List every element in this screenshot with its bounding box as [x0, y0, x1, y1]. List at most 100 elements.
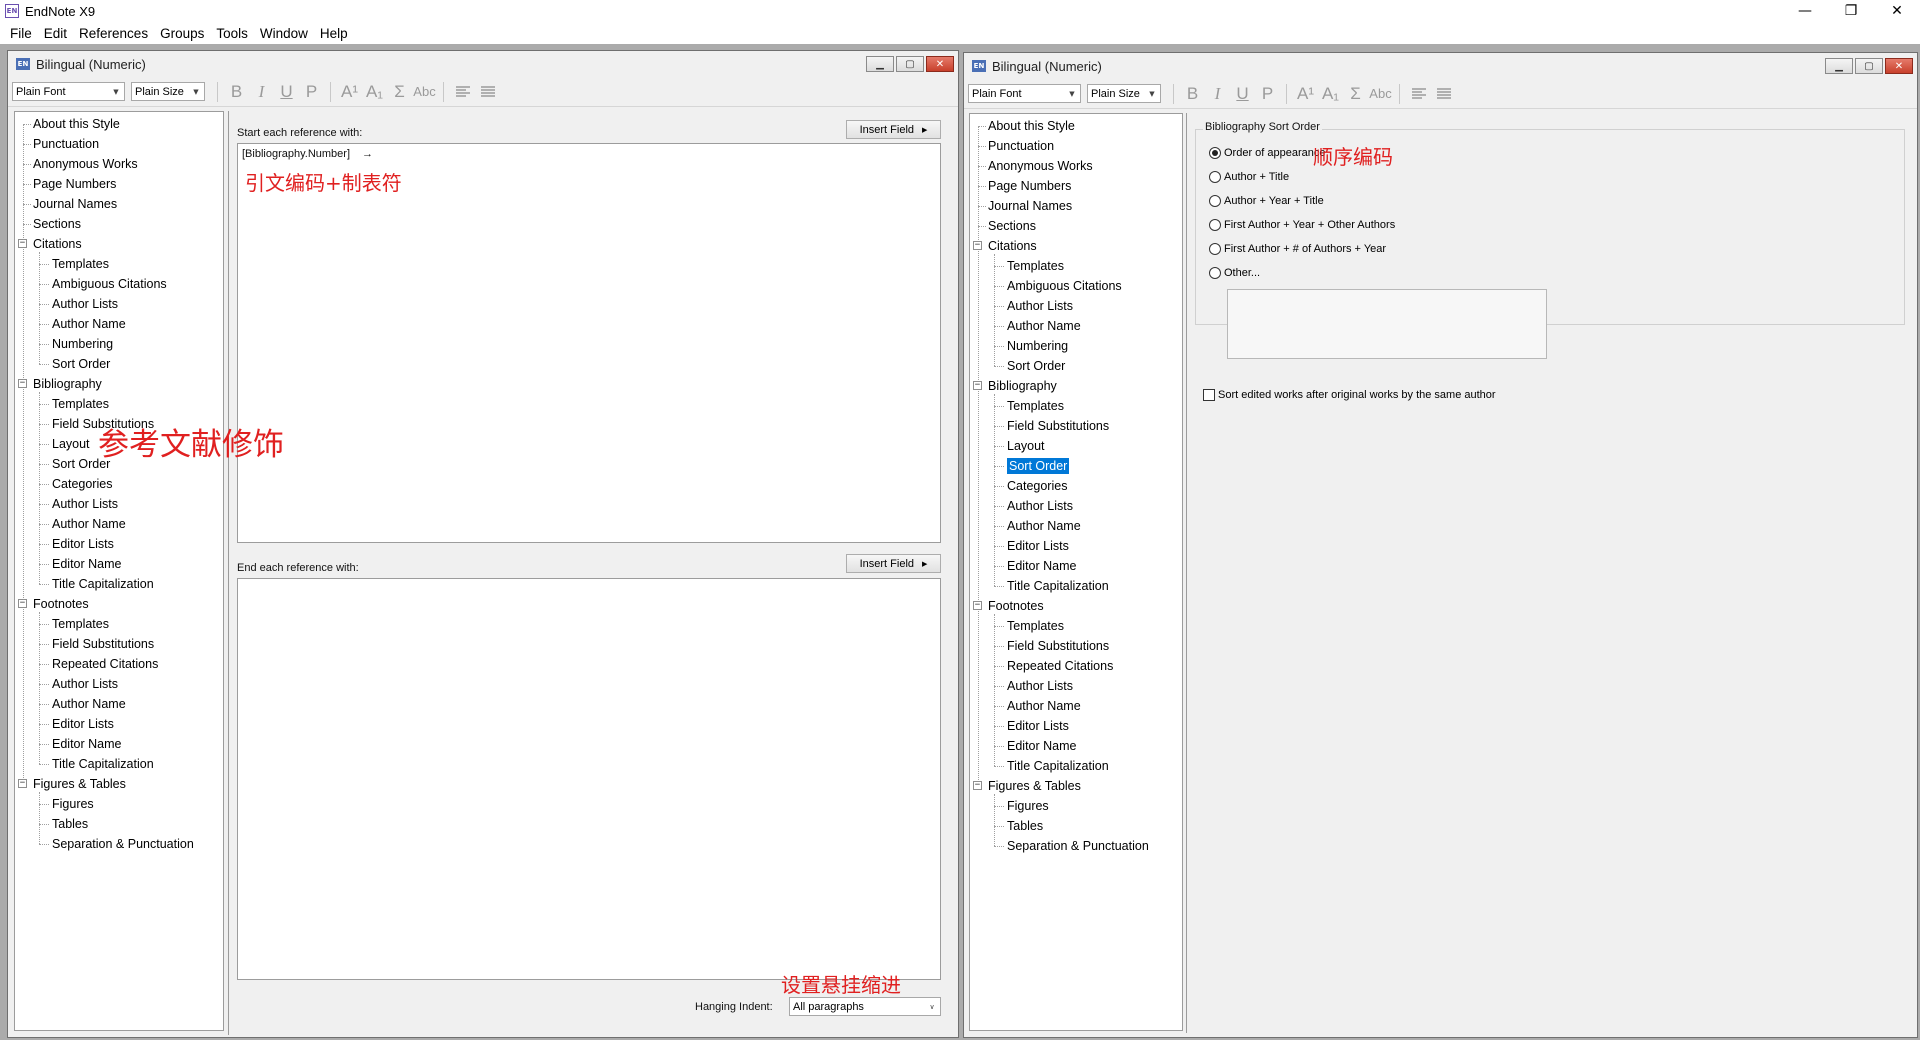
tree-item[interactable]: Templates — [52, 396, 109, 412]
radio-author-year-title[interactable]: Author + Year + Title — [1209, 195, 1324, 207]
bold-button[interactable]: B — [224, 81, 249, 103]
maximize-icon[interactable]: ▢ — [1855, 58, 1883, 74]
tree-item[interactable]: Sort Order — [1007, 358, 1065, 374]
tree-item[interactable]: Sort Order — [52, 356, 110, 372]
tree-item[interactable]: Editor Name — [1007, 558, 1076, 574]
tree-item[interactable]: Author Name — [52, 316, 126, 332]
tree-item[interactable]: Anonymous Works — [33, 156, 138, 172]
minimize-icon[interactable]: ▁ — [1825, 58, 1853, 74]
tree-item[interactable]: Sections — [988, 218, 1036, 234]
tree-item[interactable]: Editor Name — [52, 736, 121, 752]
tree-item[interactable]: Author Name — [1007, 518, 1081, 534]
tree-item[interactable]: Templates — [1007, 258, 1064, 274]
checkbox[interactable] — [1203, 389, 1215, 401]
radio-button-selected[interactable] — [1209, 147, 1221, 159]
menu-tools[interactable]: Tools — [210, 26, 254, 41]
superscript-button[interactable]: A¹ — [1293, 83, 1318, 105]
align-left-icon[interactable] — [450, 81, 475, 103]
tree-item[interactable]: Separation & Punctuation — [1007, 838, 1149, 854]
tree-item[interactable]: Author Lists — [1007, 678, 1073, 694]
tree-item[interactable]: Layout — [1007, 438, 1045, 454]
tree-item[interactable]: Title Capitalization — [1007, 578, 1109, 594]
menu-groups[interactable]: Groups — [154, 26, 210, 41]
tree-item[interactable]: Figures & Tables — [33, 776, 126, 792]
bold-button[interactable]: B — [1180, 83, 1205, 105]
justify-icon[interactable] — [1431, 83, 1456, 105]
align-left-icon[interactable] — [1406, 83, 1431, 105]
hanging-indent-select[interactable]: All paragraphs ∨ — [789, 997, 941, 1016]
tree-item[interactable]: Journal Names — [988, 198, 1072, 214]
collapse-icon[interactable]: − — [18, 379, 27, 388]
tree-item[interactable]: Editor Name — [1007, 738, 1076, 754]
tree-item[interactable]: Bibliography — [988, 378, 1057, 394]
tree-item[interactable]: Author Name — [1007, 698, 1081, 714]
tree-item[interactable]: Field Substitutions — [1007, 418, 1109, 434]
tree-item[interactable]: Sort Order — [1007, 458, 1070, 474]
tree-item[interactable]: Editor Lists — [52, 536, 114, 552]
underline-button[interactable]: U — [1230, 83, 1255, 105]
tree-item[interactable]: Tables — [52, 816, 88, 832]
radio-button[interactable] — [1209, 171, 1221, 183]
menu-references[interactable]: References — [73, 26, 154, 41]
collapse-icon[interactable]: − — [973, 241, 982, 250]
tree-item[interactable]: Page Numbers — [988, 178, 1071, 194]
symbol-button[interactable]: Σ — [387, 81, 412, 103]
close-icon[interactable]: ✕ — [1885, 58, 1913, 74]
checkbox-sort-edited-works[interactable]: Sort edited works after original works b… — [1203, 389, 1496, 401]
tree-item[interactable]: Figures — [52, 796, 94, 812]
tree-item[interactable]: Journal Names — [33, 196, 117, 212]
restore-icon[interactable]: ❐ — [1828, 0, 1874, 22]
tree-item[interactable]: Author Name — [52, 516, 126, 532]
insert-field-button[interactable]: Insert Field ▶ — [846, 554, 941, 573]
tree-item[interactable]: Categories — [1007, 478, 1067, 494]
tree-item[interactable]: Bibliography — [33, 376, 102, 392]
collapse-icon[interactable]: − — [973, 601, 982, 610]
tree-item[interactable]: Editor Lists — [1007, 718, 1069, 734]
superscript-button[interactable]: A¹ — [337, 81, 362, 103]
tree-item[interactable]: Editor Name — [52, 556, 121, 572]
tree-item[interactable]: Figures — [1007, 798, 1049, 814]
tree-item[interactable]: Footnotes — [988, 598, 1044, 614]
tree-item[interactable]: Citations — [988, 238, 1037, 254]
tree-item[interactable]: Author Lists — [1007, 298, 1073, 314]
menu-edit[interactable]: Edit — [38, 26, 73, 41]
end-editor[interactable] — [237, 578, 941, 980]
tree-item[interactable]: Figures & Tables — [988, 778, 1081, 794]
minimize-icon[interactable]: — — [1782, 0, 1828, 22]
tree-item[interactable]: Footnotes — [33, 596, 89, 612]
italic-button[interactable]: I — [249, 81, 274, 103]
start-editor[interactable]: [Bibliography.Number] → — [237, 143, 941, 543]
tree-item[interactable]: Anonymous Works — [988, 158, 1093, 174]
tree-item[interactable]: Author Name — [52, 696, 126, 712]
minimize-icon[interactable]: ▁ — [866, 56, 894, 72]
tree-item[interactable]: Author Lists — [1007, 498, 1073, 514]
tree-item[interactable]: Tables — [1007, 818, 1043, 834]
tree-item[interactable]: Field Substitutions — [1007, 638, 1109, 654]
radio-first-author-year-other[interactable]: First Author + Year + Other Authors — [1209, 219, 1395, 231]
radio-button[interactable] — [1209, 243, 1221, 255]
radio-button[interactable] — [1209, 219, 1221, 231]
tree-item[interactable]: Title Capitalization — [52, 756, 154, 772]
tree-item[interactable]: Numbering — [1007, 338, 1068, 354]
tree-item[interactable]: About this Style — [988, 118, 1075, 134]
menu-window[interactable]: Window — [254, 26, 314, 41]
tree-item[interactable]: Punctuation — [33, 136, 99, 152]
collapse-icon[interactable]: − — [973, 381, 982, 390]
font-select[interactable]: Plain Font ▼ — [12, 82, 125, 101]
font-select[interactable]: Plain Font ▼ — [968, 84, 1081, 103]
plain-button[interactable]: P — [1255, 83, 1280, 105]
plain-button[interactable]: P — [299, 81, 324, 103]
tree-item[interactable]: Repeated Citations — [52, 656, 158, 672]
underline-button[interactable]: U — [274, 81, 299, 103]
tree-item[interactable]: Punctuation — [988, 138, 1054, 154]
tree-item[interactable]: Author Lists — [52, 496, 118, 512]
radio-button[interactable] — [1209, 267, 1221, 279]
radio-order-of-appearance[interactable]: Order of appearance — [1209, 147, 1326, 159]
collapse-icon[interactable]: − — [18, 599, 27, 608]
tree-item[interactable]: About this Style — [33, 116, 120, 132]
tree-item[interactable]: Author Lists — [52, 296, 118, 312]
tree-item[interactable]: Sections — [33, 216, 81, 232]
tree-item[interactable]: Ambiguous Citations — [1007, 278, 1122, 294]
other-sort-field[interactable] — [1227, 289, 1547, 359]
tree-item[interactable]: Templates — [52, 256, 109, 272]
